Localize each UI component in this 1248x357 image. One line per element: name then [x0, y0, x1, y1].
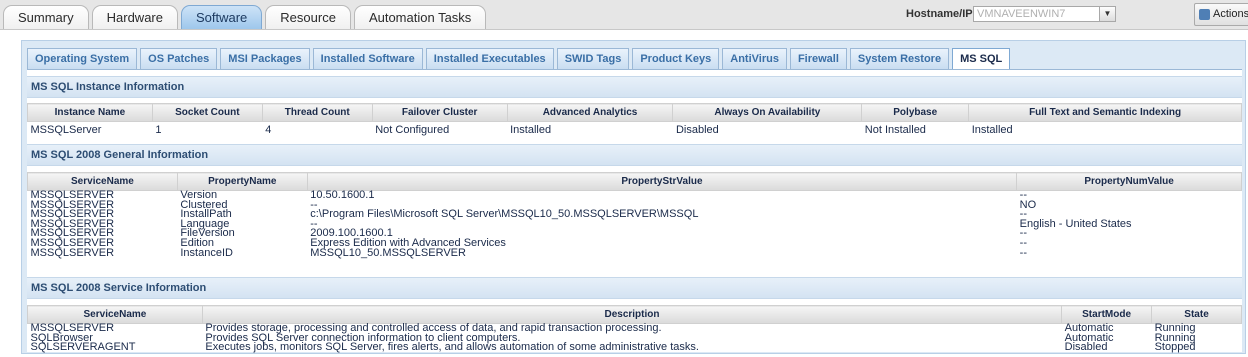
subtab-msi-packages[interactable]: MSI Packages: [220, 48, 310, 69]
table-cell: 10.50.1600.1: [310, 189, 375, 201]
actions-icon: [1199, 9, 1210, 20]
table-cell: --: [310, 217, 318, 230]
instance-header-row: Instance Name Socket Count Thread Count …: [27, 103, 1242, 122]
table-cell: 1: [155, 124, 162, 136]
table-cell: Not Installed: [864, 124, 926, 136]
table-cell: Not Configured: [375, 124, 450, 136]
table-row: MSSQLSERVER InstanceID MSSQL10_50.MSSQLS…: [28, 246, 1242, 259]
column-header[interactable]: Instance Name: [27, 103, 153, 122]
subtab-firewall[interactable]: Firewall: [789, 48, 847, 69]
general-section-title: MS SQL 2008 General Information: [27, 144, 1242, 166]
tab-software[interactable]: Software: [180, 5, 263, 29]
general-table: ServiceName PropertyName PropertyStrValu…: [27, 172, 1242, 258]
hostname-value: VMNAVEENWIN7: [977, 8, 1066, 20]
column-header[interactable]: PropertyStrValue: [306, 172, 1018, 191]
instance-table: Instance Name Socket Count Thread Count …: [27, 103, 1242, 137]
subtab-antivirus[interactable]: AntiVirus: [722, 48, 787, 69]
subtab-operating-system[interactable]: Operating System: [27, 48, 138, 69]
table-cell: MSSQLSERVER: [30, 246, 115, 259]
table-row: MSSQLServer 1 4 Not Configured Installed…: [28, 122, 1242, 138]
table-cell: 4: [265, 124, 272, 136]
subtab-swid-tags[interactable]: SWID Tags: [556, 48, 630, 69]
table-cell: InstanceID: [180, 246, 233, 259]
table-cell: Disabled: [675, 124, 719, 136]
software-sub-tabs: Operating System OS Patches MSI Packages…: [27, 48, 1013, 70]
column-header[interactable]: Full Text and Semantic Indexing: [968, 103, 1242, 122]
column-header[interactable]: PropertyNumValue: [1016, 172, 1242, 191]
service-section-title: MS SQL 2008 Service Information: [27, 277, 1242, 299]
subtab-installed-executables[interactable]: Installed Executables: [425, 48, 554, 69]
table-cell: MSSQL10_50.MSSQLSERVER: [310, 246, 466, 259]
table-cell: --: [1019, 189, 1027, 201]
table-cell: --: [1019, 227, 1027, 240]
actions-button[interactable]: Actions: [1194, 3, 1248, 26]
subtab-installed-software[interactable]: Installed Software: [312, 48, 423, 69]
table-cell: English - United States: [1019, 217, 1132, 230]
tab-hardware[interactable]: Hardware: [91, 5, 178, 29]
table-cell: Installed: [510, 124, 552, 136]
tab-resource[interactable]: Resource: [265, 5, 351, 29]
general-header-row: ServiceName PropertyName PropertyStrValu…: [27, 172, 1242, 191]
subtab-system-restore[interactable]: System Restore: [849, 48, 950, 69]
top-bar: Summary Hardware Software Resource Autom…: [0, 0, 1248, 30]
hostname-label: Hostname/IP: [906, 8, 973, 20]
column-header[interactable]: Description: [201, 305, 1063, 324]
column-header[interactable]: PropertyName: [176, 172, 308, 191]
subtab-os-patches[interactable]: OS Patches: [140, 48, 218, 69]
tab-summary[interactable]: Summary: [3, 5, 89, 29]
service-header-row: ServiceName Description StartMode State: [27, 305, 1242, 324]
table-cell: SQLSERVERAGENT: [30, 341, 136, 354]
table-cell: --: [1019, 246, 1027, 259]
instance-section-title: MS SQL Instance Information: [27, 76, 1242, 98]
table-cell: Executes jobs, monitors SQL Server, fire…: [205, 341, 699, 354]
column-header[interactable]: Socket Count: [151, 103, 263, 122]
ms-sql-panel: MS SQL Instance Information Instance Nam…: [27, 69, 1242, 352]
column-header[interactable]: Advanced Analytics: [506, 103, 674, 122]
main-tabs: Summary Hardware Software Resource Autom…: [3, 3, 489, 30]
column-header[interactable]: Always On Availability: [672, 103, 863, 122]
column-header[interactable]: Polybase: [861, 103, 970, 122]
column-header[interactable]: Failover Cluster: [371, 103, 508, 122]
software-content: Operating System OS Patches MSI Packages…: [21, 40, 1246, 354]
column-header[interactable]: Thread Count: [261, 103, 373, 122]
column-header[interactable]: StartMode: [1061, 305, 1153, 324]
table-cell: c:\Program Files\Microsoft SQL Server\MS…: [310, 208, 699, 221]
subtab-product-keys[interactable]: Product Keys: [632, 48, 720, 69]
subtab-ms-sql[interactable]: MS SQL: [952, 48, 1011, 70]
column-header[interactable]: ServiceName: [27, 172, 178, 191]
table-cell: NO: [1019, 198, 1037, 211]
column-header[interactable]: ServiceName: [27, 305, 203, 324]
table-cell: Stopped: [1154, 341, 1196, 354]
chevron-down-icon[interactable]: ▼: [1099, 7, 1115, 21]
table-cell: MSSQLServer: [30, 124, 102, 136]
hostname-select[interactable]: VMNAVEENWIN7 ▼: [973, 6, 1116, 22]
service-table: ServiceName Description StartMode State …: [27, 305, 1242, 353]
table-cell: Installed: [971, 124, 1013, 136]
table-cell: --: [1019, 236, 1027, 249]
table-row: SQLSERVERAGENT Executes jobs, monitors S…: [28, 341, 1242, 354]
table-cell: Disabled: [1064, 341, 1108, 354]
tab-automation-tasks[interactable]: Automation Tasks: [353, 5, 487, 29]
actions-label: Actions: [1213, 8, 1248, 20]
column-header[interactable]: State: [1151, 305, 1242, 324]
